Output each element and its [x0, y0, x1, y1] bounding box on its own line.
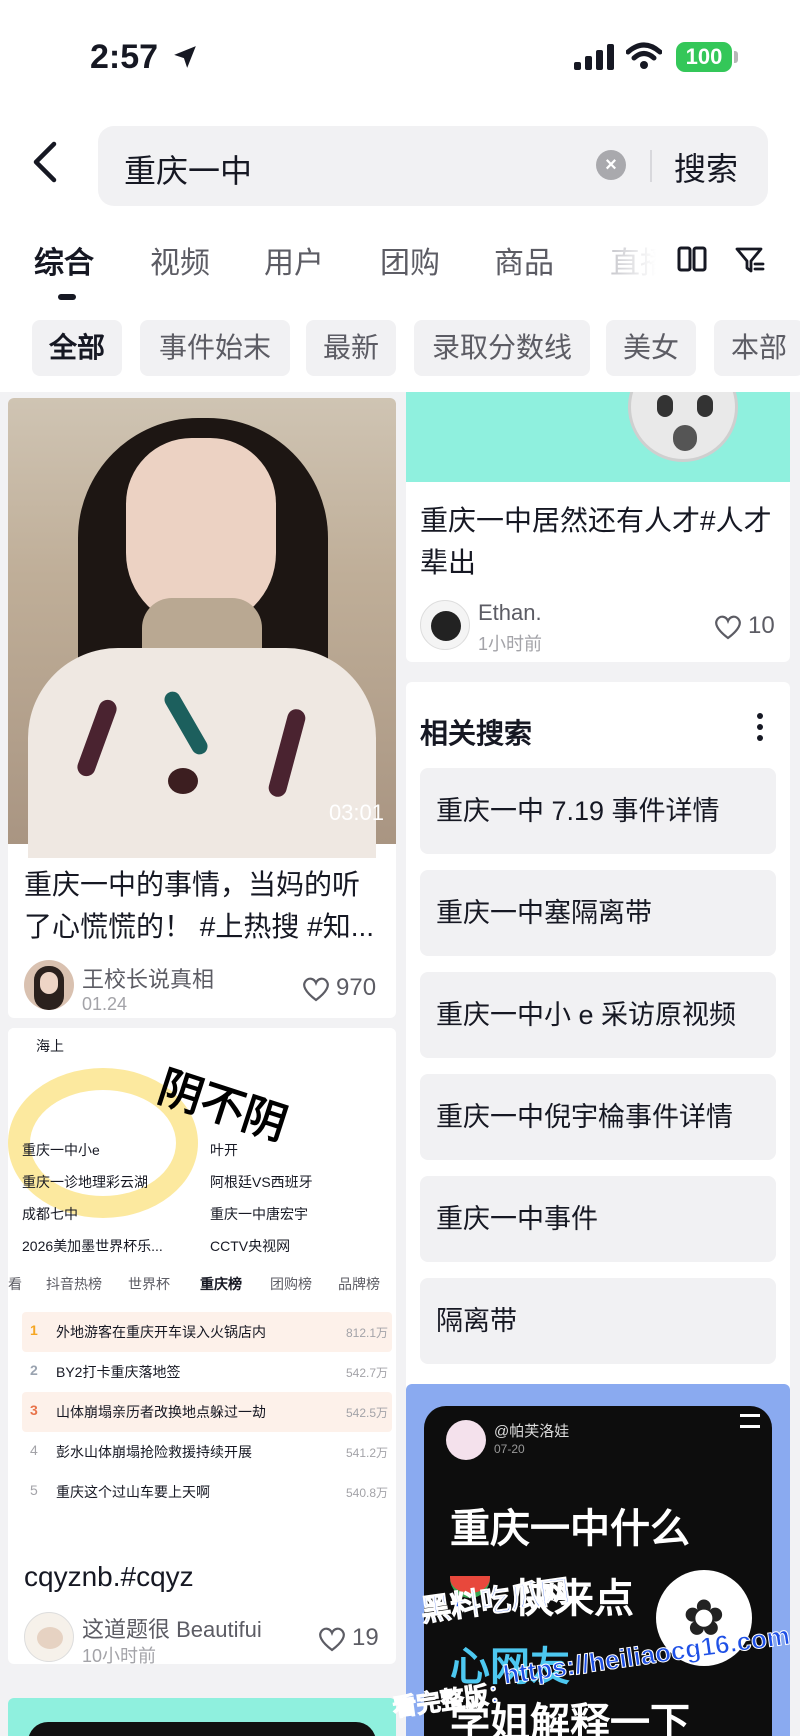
hot-tabs: 看 抖音热榜 世界杯 重庆榜 团购榜 品牌榜	[8, 1274, 396, 1304]
author-avatar[interactable]	[420, 600, 470, 650]
search-query[interactable]: 重庆一中	[124, 146, 252, 192]
chip-beauty[interactable]: 美女	[606, 320, 696, 376]
clear-search-icon[interactable]: ×	[596, 150, 626, 180]
hot-tab: 重庆榜	[200, 1276, 242, 1292]
post-date: 07-20	[494, 1442, 525, 1456]
search-header: 重庆一中 × 搜索	[0, 110, 800, 210]
related-item[interactable]: 重庆一中塞隔离带	[420, 870, 776, 956]
author-avatar[interactable]	[24, 960, 74, 1010]
heart-icon[interactable]	[318, 1626, 346, 1652]
post-card-title[interactable]: 重庆一中居然还有人才#人才辈出	[420, 500, 776, 584]
battery-indicator: 100	[676, 42, 732, 72]
author-name[interactable]: 王校长说真相	[82, 962, 214, 994]
search-item: 重庆一中唐宏宇	[210, 1206, 308, 1222]
chip-score[interactable]: 录取分数线	[414, 320, 590, 376]
result-tabs: 综合 视频 用户 团购 商品 直播	[0, 210, 800, 306]
cellular-signal-icon	[574, 44, 614, 70]
related-item[interactable]: 重庆一中倪宇棆事件详情	[420, 1074, 776, 1160]
search-divider	[650, 150, 652, 182]
chip-latest[interactable]: 最新	[306, 320, 396, 376]
related-item[interactable]: 隔离带	[420, 1278, 776, 1364]
related-title: 相关搜索	[420, 718, 533, 749]
battery-tip	[734, 51, 738, 63]
heart-icon[interactable]	[714, 614, 742, 640]
post-card[interactable]: 重庆一中居然还有人才#人才辈出 Ethan. 1小时前 10	[406, 392, 790, 662]
search-item: CCTV央视网	[210, 1238, 291, 1254]
author-name[interactable]: Ethan.	[478, 600, 542, 626]
screenshot-thumbnail[interactable]: 海上 阴不阴 重庆一中小e 叶开 重庆一诊地理彩云湖 阿根廷VS西班牙 成都七中…	[8, 1028, 396, 1544]
results-feed: 03:01 重庆一中的事情，当妈的听了心慌慌的！ #上热搜 #知... 王校长说…	[0, 392, 800, 1736]
hot-tab: 团购榜	[270, 1276, 312, 1292]
status-time: 2:57	[90, 38, 159, 76]
search-item: 阿根廷VS西班牙	[210, 1174, 313, 1190]
search-item: 成都七中	[22, 1206, 78, 1222]
tab-fade	[600, 210, 680, 306]
hot-row: 5 重庆这个过山车要上天啊 540.8万	[30, 1482, 388, 1500]
tab-products[interactable]: 商品	[494, 238, 554, 282]
active-tab-indicator	[58, 294, 76, 300]
tab-users[interactable]: 用户	[264, 238, 324, 282]
search-item: 重庆一中小e	[22, 1142, 100, 1158]
post-time: 1小时前	[478, 634, 543, 654]
double-column-layout-icon[interactable]	[676, 244, 708, 276]
search-item: 2026美加墨世界杯乐...	[22, 1238, 163, 1254]
related-item[interactable]: 重庆一中事件	[420, 1176, 776, 1262]
search-input[interactable]: 重庆一中 × 搜索	[98, 126, 768, 206]
video-thumbnail[interactable]: 03:01	[8, 398, 396, 858]
hot-tab: 看	[8, 1276, 22, 1292]
more-options-icon[interactable]	[756, 712, 764, 742]
author-name[interactable]: 这道题很 Beautifui	[82, 1612, 262, 1644]
shocked-emoji-icon	[628, 392, 738, 462]
chip-all[interactable]: 全部	[32, 320, 122, 376]
tab-overall[interactable]: 综合	[34, 238, 94, 282]
status-bar: 2:57 100	[0, 0, 800, 110]
hot-row: 1 外地游客在重庆开车误入火锅店内 812.1万	[22, 1312, 392, 1352]
like-count: 19	[352, 1624, 379, 1651]
screenshot-card[interactable]: 海上 阴不阴 重庆一中小e 叶开 重庆一诊地理彩云湖 阿根廷VS西班牙 成都七中…	[8, 1028, 396, 1664]
hot-list: 1 外地游客在重庆开车误入火锅店内 812.1万 2 BY2打卡重庆落地签 542.7万…	[22, 1312, 392, 1512]
filter-icon[interactable]	[734, 244, 766, 276]
post-time: 10小时前	[82, 1646, 157, 1664]
screenshot-card-title[interactable]: cqyznb.#cqyz	[24, 1556, 384, 1598]
back-chevron-icon[interactable]	[28, 140, 64, 184]
video-card-title[interactable]: 重庆一中的事情，当妈的听了心慌慌的！ #上热搜 #知...	[24, 864, 384, 948]
tab-video[interactable]: 视频	[150, 238, 210, 282]
hot-tab: 抖音热榜	[46, 1276, 102, 1292]
like-count: 10	[748, 612, 775, 639]
video-duration: 03:01	[328, 800, 384, 825]
tab-group-buy[interactable]: 团购	[380, 238, 440, 282]
hot-row: 2 BY2打卡重庆落地签 542.7万	[30, 1362, 388, 1380]
portrait-coat	[28, 648, 376, 858]
video-card[interactable]: 03:01 重庆一中的事情，当妈的听了心慌慌的！ #上热搜 #知... 王校长说…	[8, 398, 396, 1018]
search-top-text: 海上	[36, 1038, 64, 1054]
like-count: 970	[336, 974, 377, 1001]
post-date: 01.24	[82, 994, 128, 1014]
post-user-avatar	[446, 1420, 486, 1460]
hot-tab: 世界杯	[128, 1276, 170, 1292]
search-item: 叶开	[210, 1142, 238, 1158]
wifi-icon	[626, 42, 662, 69]
search-item: 重庆一诊地理彩云湖	[22, 1174, 148, 1190]
post-user: @帕芙洛娃	[494, 1423, 570, 1440]
chip-main-campus[interactable]: 本部	[714, 320, 800, 376]
author-avatar[interactable]	[24, 1612, 74, 1662]
post-thumbnail[interactable]	[406, 392, 790, 482]
post-line-1: 重庆一中什么	[450, 1507, 690, 1551]
filter-chips: 全部 事件始末 最新 录取分数线 美女 本部	[0, 306, 800, 392]
search-button[interactable]: 搜索	[674, 144, 738, 190]
chip-event[interactable]: 事件始末	[140, 320, 290, 376]
next-card-peek[interactable]	[8, 1698, 396, 1736]
location-arrow-icon	[174, 46, 196, 68]
hot-row: 4 彭水山体崩塌抢险救援持续开展 541.2万	[30, 1442, 388, 1460]
hot-row: 3 山体崩塌亲历者改换地点躲过一劫 542.5万	[22, 1392, 392, 1432]
related-item[interactable]: 重庆一中小 e 采访原视频	[420, 972, 776, 1058]
hot-tab: 品牌榜	[338, 1276, 380, 1292]
heart-icon[interactable]	[302, 976, 330, 1002]
related-item[interactable]: 重庆一中 7.19 事件详情	[420, 768, 776, 854]
menu-icon	[740, 1414, 760, 1428]
